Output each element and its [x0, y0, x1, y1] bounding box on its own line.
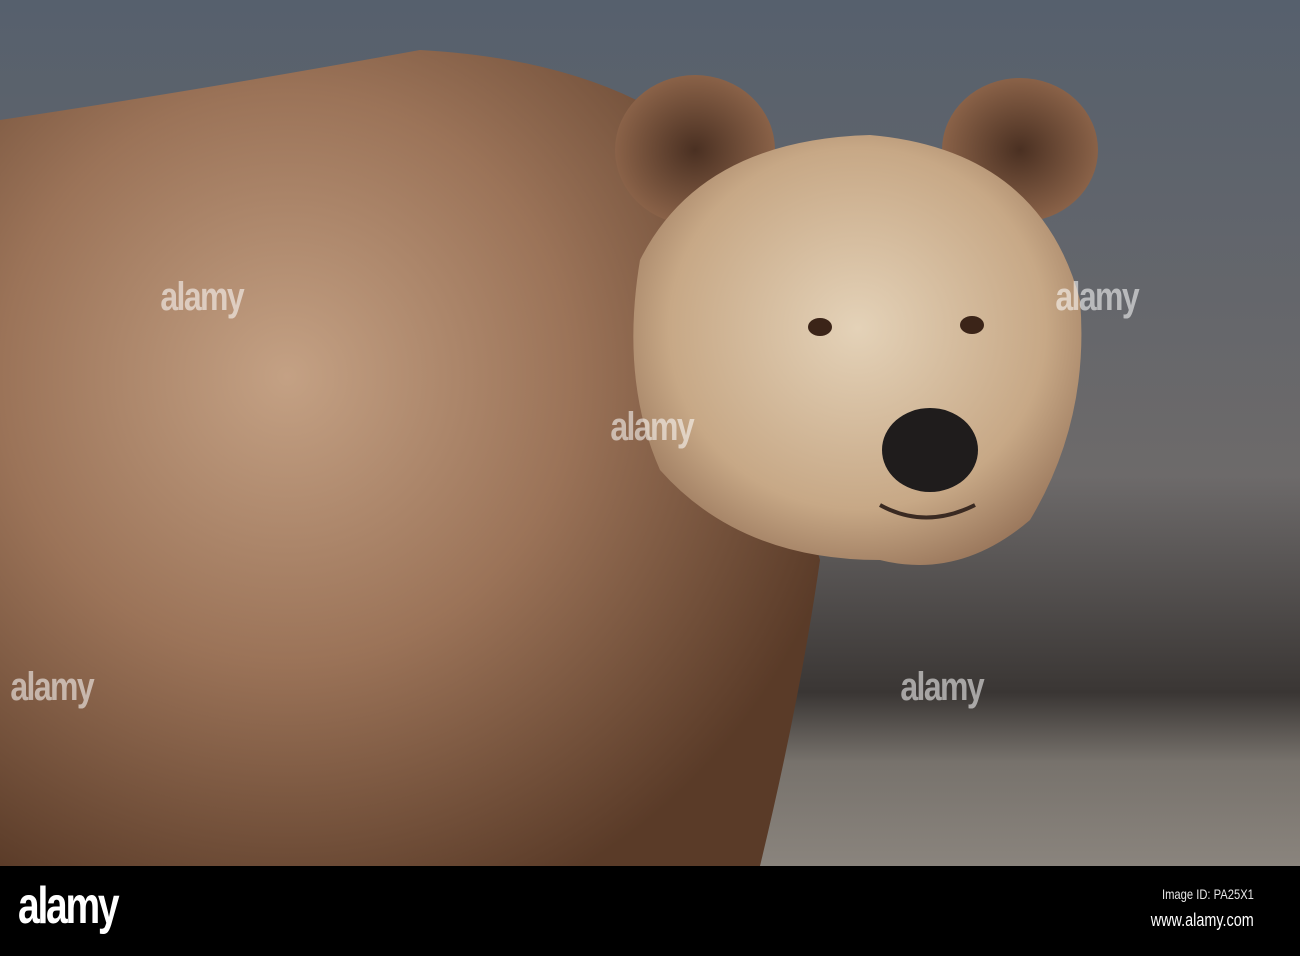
watermark: alamy	[1055, 275, 1139, 319]
watermark: alamy	[160, 275, 244, 319]
alamy-logo: alamy	[18, 877, 120, 935]
bear-nose	[882, 408, 978, 492]
bear-head	[633, 135, 1082, 565]
footer-bar: alamy Image ID: PA25X1 www.alamy.com	[0, 866, 1300, 956]
watermark: alamy	[10, 665, 94, 709]
image-id: Image ID: PA25X1	[1162, 886, 1254, 902]
watermark: alamy	[900, 665, 984, 709]
site-url: www.alamy.com	[1151, 910, 1254, 930]
watermark: alamy	[610, 405, 694, 449]
